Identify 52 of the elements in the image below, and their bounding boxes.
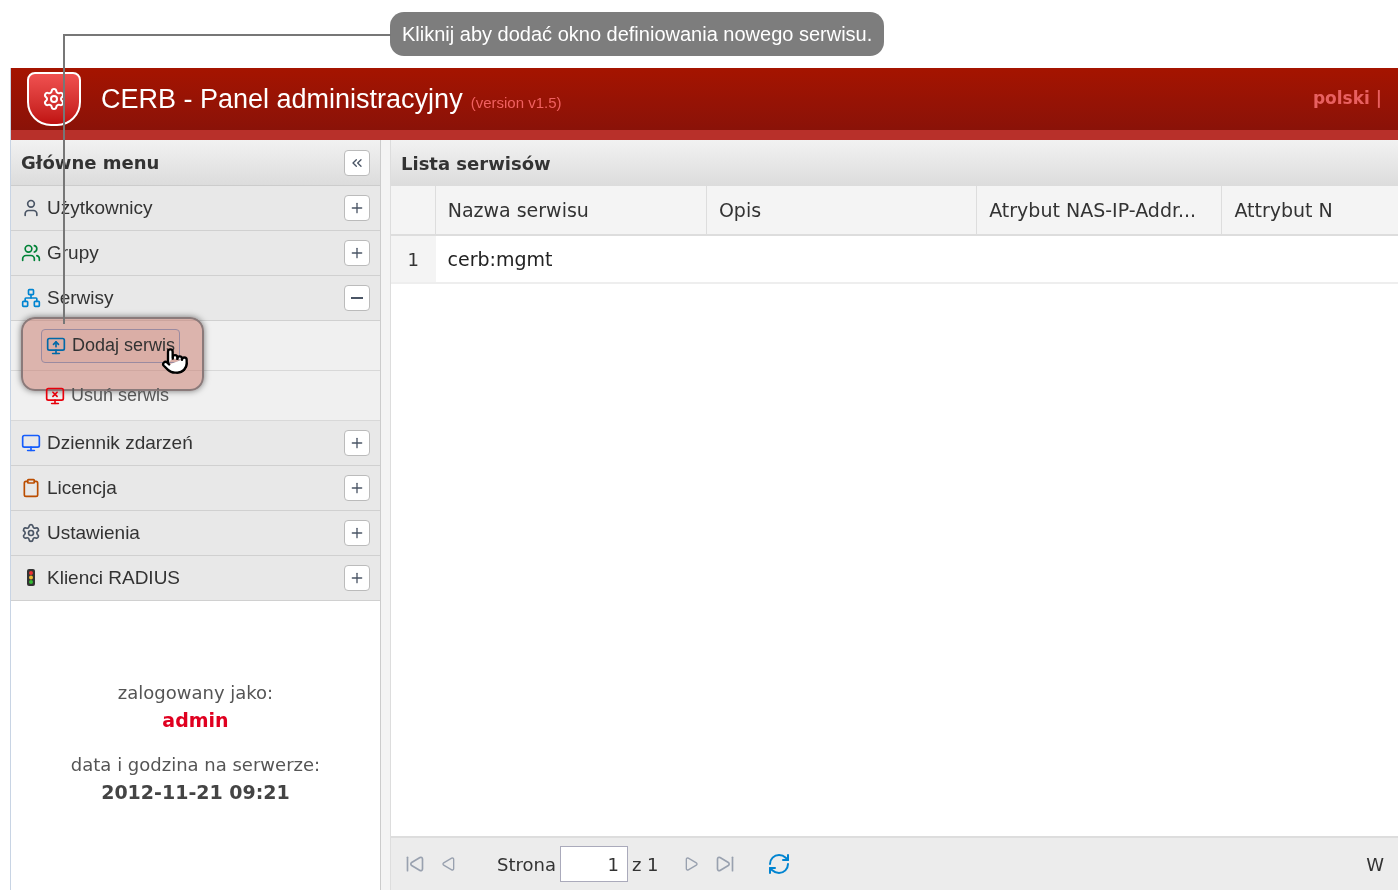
minus-icon (351, 297, 363, 299)
plus-icon (349, 245, 365, 261)
shield-logo-icon (27, 72, 81, 126)
network-icon (21, 288, 41, 308)
pager-info: W (1366, 852, 1384, 877)
column-header[interactable]: Opis (706, 186, 978, 234)
plus-icon (349, 435, 365, 451)
users-icon (21, 243, 41, 263)
user-icon (21, 198, 41, 218)
toggle-button[interactable] (344, 475, 370, 501)
gear-icon (21, 523, 41, 543)
plus-icon (349, 200, 365, 216)
server-time: 2012-11-21 09:21 (101, 779, 290, 805)
column-header[interactable]: Nazwa serwisu (435, 186, 707, 234)
version-label: (version v1.5) (470, 92, 562, 113)
menu-item[interactable]: Dziennik zdarzeń (11, 421, 380, 466)
previous-page-icon[interactable] (441, 856, 457, 872)
last-page-icon[interactable] (714, 854, 735, 874)
column-header[interactable]: Atrybut NAS-IP-Addr... (977, 186, 1223, 234)
monitor-icon (21, 433, 41, 453)
clipboard-icon (21, 478, 41, 498)
toggle-button[interactable] (344, 520, 370, 546)
monitor-plus-icon (46, 335, 66, 356)
toggle-button[interactable] (344, 240, 370, 266)
page-input[interactable]: 1 (559, 846, 628, 882)
panel-title: Lista serwisów (401, 151, 551, 176)
toggle-button[interactable] (344, 195, 370, 221)
page-label: Strona (497, 852, 556, 877)
monitor-cross-icon (45, 385, 65, 406)
menu-item[interactable]: Klienci RADIUS (11, 556, 380, 601)
user-name: admin (162, 708, 229, 733)
row-number: 1 (391, 236, 436, 282)
traffic-light-icon (25, 568, 37, 588)
login-label: zalogowany jako: (117, 681, 274, 705)
menu-item[interactable]: Licencja (11, 466, 380, 511)
table-cell-text: cerb:mgmt (446, 246, 554, 272)
toggle-button[interactable] (344, 565, 370, 591)
refresh-icon[interactable] (766, 852, 791, 876)
plus-icon (349, 570, 365, 586)
callout-tooltip: Kliknij aby dodać okno definiowania nowego serwisu. (390, 12, 885, 56)
plus-icon (349, 525, 365, 541)
submenu-item[interactable]: Dodaj serwis (41, 328, 181, 363)
toggle-button[interactable] (344, 285, 370, 311)
app-title: CERB - Panel administracyjny (101, 82, 463, 116)
plus-icon (349, 480, 365, 496)
column-header[interactable]: Attrybut N (1222, 186, 1398, 234)
toggle-button[interactable] (344, 430, 370, 456)
menu-item[interactable]: Ustawienia (11, 511, 380, 556)
page-count: z 1 (631, 852, 659, 877)
server-time-label: data i godzina na serwerze: (70, 752, 321, 777)
collapse-button[interactable] (344, 149, 370, 176)
first-page-icon[interactable] (405, 854, 425, 874)
